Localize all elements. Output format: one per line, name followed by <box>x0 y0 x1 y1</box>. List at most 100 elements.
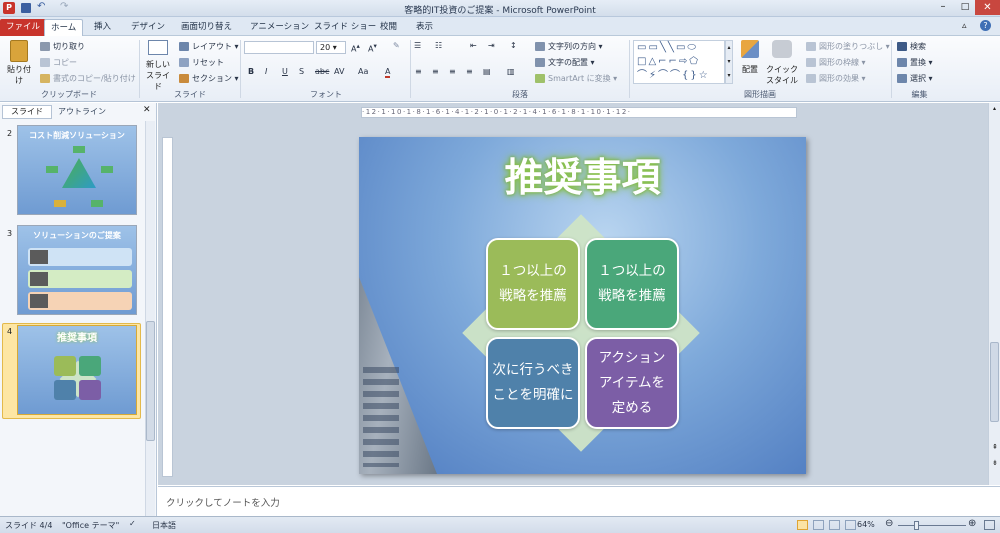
numbering-icon[interactable]: ☷ <box>435 41 442 50</box>
select-button[interactable]: 選択 ▾ <box>897 73 933 84</box>
font-color-icon[interactable]: A <box>385 67 391 78</box>
zoom-slider-thumb[interactable] <box>914 521 919 530</box>
panel-scrollbar[interactable] <box>145 121 155 516</box>
pen-icon <box>806 58 816 67</box>
shadow-icon[interactable]: S <box>299 67 304 76</box>
tab-slideshow[interactable]: スライド ショー <box>308 19 382 36</box>
slide-thumbnail-2[interactable]: コスト削減ソリューション <box>17 125 137 215</box>
char-spacing-icon[interactable]: AV <box>334 67 344 76</box>
shapes-gallery[interactable]: ▭▭╲╲▭⬭ □△⌐⌐⇨⬠ ⌒⚡⌒⌒{}☆ <box>633 40 725 84</box>
maximize-button[interactable]: □ <box>955 0 975 15</box>
scroll-thumb[interactable] <box>146 321 155 441</box>
minimize-button[interactable]: – <box>931 0 955 15</box>
change-case-icon[interactable]: Aa <box>358 67 368 76</box>
arrange-button[interactable]: 配置 <box>738 40 762 75</box>
format-painter-button[interactable]: 書式のコピー/貼り付け <box>40 73 136 84</box>
replace-button[interactable]: 置換 ▾ <box>897 57 933 68</box>
align-left-icon[interactable]: ≡ <box>415 67 422 76</box>
slide-thumbnail-3[interactable]: ソリューションのご提案 <box>17 225 137 315</box>
bold-icon[interactable]: B <box>248 67 254 76</box>
zoom-level[interactable]: 64% <box>857 520 875 529</box>
tab-home[interactable]: ホーム <box>44 19 84 36</box>
slideshow-icon[interactable] <box>845 520 856 530</box>
previous-slide-icon[interactable]: ⇞ <box>989 443 1000 451</box>
normal-view-icon[interactable] <box>797 520 808 530</box>
smartart-box-4[interactable]: アクション アイテムを 定める <box>585 337 679 429</box>
smartart-box-1[interactable]: １つ以上の 戦略を推薦 <box>486 238 580 330</box>
notes-placeholder[interactable]: クリックしてノートを入力 <box>166 495 280 509</box>
smartart-box-3[interactable]: 次に行うべき ことを明確に <box>486 337 580 429</box>
zoom-slider[interactable] <box>898 521 966 530</box>
tab-transitions[interactable]: 画面切り替え <box>175 19 238 36</box>
decrease-indent-icon[interactable]: ⇤ <box>470 41 477 50</box>
font-size-dropdown[interactable]: 20 ▾ <box>316 41 346 54</box>
clear-format-icon[interactable]: ✎ <box>393 41 400 50</box>
layout-button[interactable]: レイアウト ▾ <box>179 41 239 52</box>
close-button[interactable]: ✕ <box>975 0 1000 15</box>
bullets-icon[interactable]: ☰ <box>414 41 421 50</box>
tab-file[interactable]: ファイル <box>0 19 47 36</box>
brush-icon <box>40 74 50 83</box>
slide-title[interactable]: 推奨事項 <box>359 147 806 203</box>
increase-indent-icon[interactable]: ⇥ <box>488 41 495 50</box>
text-direction-button[interactable]: 文字列の方向 ▾ <box>535 41 603 52</box>
shape-effects-button[interactable]: 図形の効果 ▾ <box>806 73 866 84</box>
zoom-in-icon[interactable]: ⊕ <box>968 518 976 529</box>
tab-animations[interactable]: アニメーション <box>244 19 315 36</box>
vertical-ruler[interactable] <box>162 137 173 477</box>
zoom-out-icon[interactable]: ⊖ <box>885 518 893 529</box>
copy-button[interactable]: コピー <box>40 57 77 68</box>
reset-icon <box>179 58 189 67</box>
slide-canvas[interactable]: 推奨事項 １つ以上の 戦略を推薦 １つ以上の 戦略を推薦 次に行うべき ことを明… <box>359 137 806 474</box>
cut-button[interactable]: 切り取り <box>40 41 85 52</box>
shape-outline-button[interactable]: 図形の枠線 ▾ <box>806 57 866 68</box>
smartart-button[interactable]: SmartArt に変換 ▾ <box>535 73 617 84</box>
italic-icon[interactable]: I <box>265 67 267 76</box>
slide-indicator: スライド 4/4 <box>5 521 53 530</box>
underline-icon[interactable]: U <box>282 67 288 76</box>
reset-button[interactable]: リセット <box>179 57 224 68</box>
paste-button[interactable]: 貼り付け <box>4 40 34 85</box>
quick-styles-button[interactable]: クイック スタイル <box>764 40 800 86</box>
find-button[interactable]: 検索 <box>897 41 926 52</box>
tab-review[interactable]: 校閲 <box>374 19 403 36</box>
grow-font-icon[interactable]: A▴ <box>351 42 360 54</box>
reading-view-icon[interactable] <box>829 520 840 530</box>
slide-editor: ·12·1·10·1·8·1·6·1·4·1·2·1·0·1·2·1·4·1·6… <box>158 103 1000 485</box>
next-slide-icon[interactable]: ⇟ <box>989 459 1000 467</box>
slide-thumbnail-4[interactable]: 推奨事項 <box>17 325 137 415</box>
tab-design[interactable]: デザイン <box>125 19 171 36</box>
tab-insert[interactable]: 挿入 <box>88 19 117 36</box>
horizontal-ruler[interactable]: ·12·1·10·1·8·1·6·1·4·1·2·1·0·1·2·1·4·1·6… <box>361 107 797 118</box>
distribute-icon[interactable]: ▤ <box>483 67 491 76</box>
section-button[interactable]: セクション ▾ <box>179 73 239 84</box>
ribbon-minimize-icon[interactable]: ▵ <box>962 21 967 31</box>
slide-sorter-icon[interactable] <box>813 520 824 530</box>
gallery-scroll[interactable]: ▴ ▾ ▾ <box>725 40 733 84</box>
fit-to-window-icon[interactable] <box>984 520 995 530</box>
help-icon[interactable]: ? <box>980 20 991 31</box>
replace-icon <box>897 58 907 67</box>
shrink-font-icon[interactable]: A▾ <box>368 42 377 54</box>
align-center-icon[interactable]: ≡ <box>432 67 439 76</box>
line-spacing-icon[interactable]: ↕ <box>510 41 517 50</box>
justify-icon[interactable]: ≡ <box>466 67 473 76</box>
language-indicator[interactable]: 日本語 <box>152 520 176 531</box>
align-right-icon[interactable]: ≡ <box>449 67 456 76</box>
editor-scrollbar[interactable]: ▴ ⇞ ⇟ <box>988 103 1000 485</box>
cursor-icon <box>897 74 907 83</box>
close-panel-icon[interactable]: ✕ <box>143 105 151 115</box>
smartart-box-2[interactable]: １つ以上の 戦略を推薦 <box>585 238 679 330</box>
strikethrough-icon[interactable]: abc <box>315 67 329 76</box>
tab-view[interactable]: 表示 <box>410 19 439 36</box>
tab-outline[interactable]: アウトライン <box>53 105 111 119</box>
notes-pane[interactable]: クリックしてノートを入力 <box>158 486 1000 516</box>
columns-icon[interactable]: ▥ <box>507 67 515 76</box>
align-text-button[interactable]: 文字の配置 ▾ <box>535 57 595 68</box>
scroll-thumb[interactable] <box>990 342 999 422</box>
font-name-dropdown[interactable] <box>244 41 314 54</box>
new-slide-button[interactable]: 新しい スライド <box>143 40 173 92</box>
tab-slides[interactable]: スライド <box>2 105 52 119</box>
shape-fill-button[interactable]: 図形の塗りつぶし ▾ <box>806 41 890 52</box>
spellcheck-icon[interactable]: ✓ <box>129 519 136 528</box>
